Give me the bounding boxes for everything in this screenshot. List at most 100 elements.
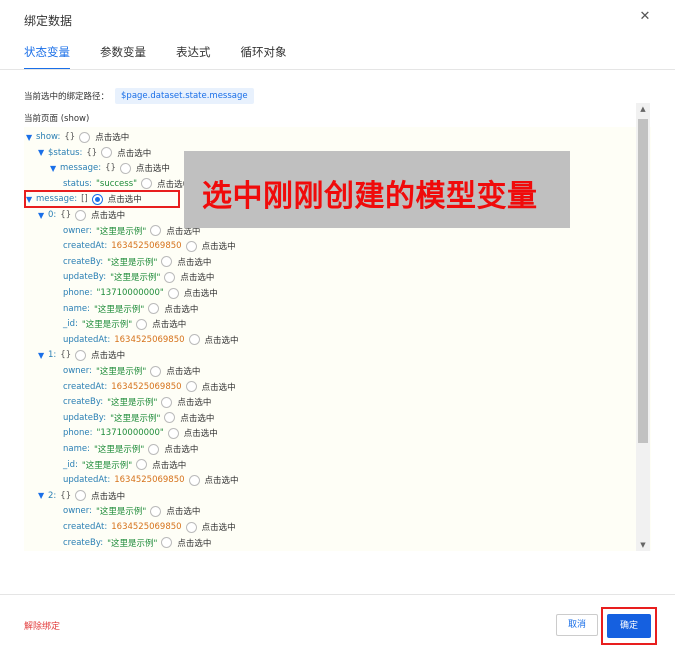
select-label[interactable]: 点击选中: [91, 490, 125, 502]
cancel-button[interactable]: 取消: [556, 614, 598, 636]
tab-bar: 状态变量 参数变量 表达式 循环对象: [24, 44, 317, 70]
select-label[interactable]: 点击选中: [164, 303, 198, 315]
select-radio[interactable]: [75, 490, 87, 502]
tree-node-key: createdAt:: [63, 241, 108, 252]
select-label[interactable]: 点击选中: [177, 256, 211, 268]
select-label[interactable]: 点击选中: [91, 349, 125, 361]
tree-node: phone: "13710000000" 点击选中: [60, 426, 218, 440]
tree-node-number-value: 1634525069850: [114, 334, 185, 345]
select-label[interactable]: 点击选中: [180, 412, 214, 424]
select-label[interactable]: 点击选中: [164, 443, 198, 455]
tree-node-key: owner:: [63, 506, 92, 517]
expand-arrow-icon[interactable]: ▼: [38, 148, 45, 157]
expand-arrow-icon[interactable]: ▼: [50, 164, 57, 173]
tree-node-key: show:: [36, 132, 61, 142]
tree-node-key: status:: [63, 178, 92, 189]
tree-node-key: _id:: [63, 319, 78, 330]
select-radio[interactable]: [188, 334, 200, 346]
select-radio[interactable]: [164, 412, 176, 424]
tree-node: updateBy: "这里是示例" 点击选中: [60, 411, 214, 425]
select-radio[interactable]: [161, 256, 173, 268]
tree-node-string-value: "这里是示例": [107, 398, 158, 409]
select-label[interactable]: 点击选中: [184, 287, 218, 299]
tree-node: phone: "13710000000" 点击选中: [60, 286, 218, 300]
select-label[interactable]: 点击选中: [152, 318, 186, 330]
unbind-link[interactable]: 解除绑定: [24, 619, 60, 632]
tab-state-variables[interactable]: 状态变量: [24, 44, 70, 70]
select-label[interactable]: 点击选中: [91, 209, 125, 221]
select-radio[interactable]: [136, 459, 148, 471]
expand-arrow-icon[interactable]: ▼: [38, 351, 45, 360]
tree-node: updateBy: "这里是示例" 点击选中: [60, 270, 214, 284]
scroll-up-icon[interactable]: ▲: [636, 103, 650, 115]
select-label[interactable]: 点击选中: [205, 334, 239, 346]
tree-node-key: 0:: [48, 210, 57, 220]
expand-arrow-icon[interactable]: ▼: [26, 133, 33, 142]
scroll-thumb[interactable]: [638, 119, 648, 443]
close-icon[interactable]: ✕: [638, 10, 652, 24]
select-radio[interactable]: [148, 303, 160, 315]
tree-node-number-value: 1634525069850: [111, 241, 182, 252]
tabs-divider: [0, 69, 675, 70]
tree-scrollbar[interactable]: ▲ ▼: [636, 103, 650, 551]
select-radio[interactable]: [164, 271, 176, 283]
bind-data-dialog: 绑定数据 ✕ 状态变量 参数变量 表达式 循环对象 当前选中的绑定路径： $pa…: [0, 0, 675, 654]
tree-node: ▼ message:{} 点击选中: [50, 161, 170, 175]
select-label[interactable]: 点击选中: [205, 474, 239, 486]
select-radio[interactable]: [161, 396, 173, 408]
select-radio[interactable]: [188, 474, 200, 486]
select-radio[interactable]: [75, 209, 87, 221]
tree-node-type: {}: [60, 490, 72, 501]
select-label[interactable]: 点击选中: [117, 147, 151, 159]
tree-node-number-value: 1634525069850: [111, 381, 182, 392]
select-label[interactable]: 点击选中: [202, 240, 236, 252]
select-label[interactable]: 点击选中: [177, 396, 211, 408]
tree-node: name: "这里是示例" 点击选中: [60, 442, 198, 456]
select-label[interactable]: 点击选中: [136, 162, 170, 174]
scroll-down-icon[interactable]: ▼: [636, 539, 650, 551]
select-label[interactable]: 点击选中: [166, 505, 200, 517]
select-radio[interactable]: [75, 349, 87, 361]
select-label[interactable]: 点击选中: [202, 381, 236, 393]
tree-node-key: createBy:: [63, 256, 104, 267]
select-radio[interactable]: [150, 365, 162, 377]
expand-arrow-icon[interactable]: ▼: [38, 491, 45, 500]
tab-expression[interactable]: 表达式: [176, 44, 211, 70]
select-radio[interactable]: [161, 537, 173, 549]
tree-node-key: createBy:: [63, 537, 104, 548]
select-radio[interactable]: [148, 443, 160, 455]
select-label[interactable]: 点击选中: [180, 271, 214, 283]
tree-node: _id: "这里是示例" 点击选中: [60, 458, 186, 472]
select-radio[interactable]: [167, 287, 179, 299]
tree-node: updatedAt: 1634525069850 点击选中: [60, 333, 239, 347]
select-label[interactable]: 点击选中: [184, 427, 218, 439]
current-page-label: 当前页面 (show): [24, 114, 90, 124]
tree-node-key: name:: [63, 444, 90, 454]
select-label[interactable]: 点击选中: [202, 521, 236, 533]
expand-arrow-icon[interactable]: ▼: [38, 211, 45, 220]
select-radio[interactable]: [150, 225, 162, 237]
select-radio[interactable]: [119, 162, 131, 174]
select-label[interactable]: 点击选中: [95, 131, 129, 143]
select-label[interactable]: 点击选中: [152, 459, 186, 471]
tree-node-string-value: "success": [95, 178, 138, 189]
tree-node: _id: "这里是示例" 点击选中: [60, 317, 186, 331]
select-radio[interactable]: [185, 521, 197, 533]
select-radio[interactable]: [136, 318, 148, 330]
tree-node: ▼ 0:{} 点击选中: [38, 208, 125, 222]
dialog-title: 绑定数据: [24, 14, 73, 28]
select-radio[interactable]: [150, 505, 162, 517]
select-radio[interactable]: [141, 178, 153, 190]
select-radio[interactable]: [185, 240, 197, 252]
tree-node: createdAt: 1634525069850 点击选中: [60, 239, 236, 253]
tab-param-variables[interactable]: 参数变量: [100, 44, 146, 70]
select-label[interactable]: 点击选中: [166, 365, 200, 377]
tree-node-string-value: "13710000000": [96, 428, 164, 439]
select-radio[interactable]: [185, 381, 197, 393]
select-radio[interactable]: [79, 131, 91, 143]
select-radio[interactable]: [101, 147, 113, 159]
tab-loop-object[interactable]: 循环对象: [241, 44, 287, 70]
tree-node-string-value: "这里是示例": [110, 413, 161, 424]
select-label[interactable]: 点击选中: [177, 537, 211, 549]
select-radio[interactable]: [167, 427, 179, 439]
